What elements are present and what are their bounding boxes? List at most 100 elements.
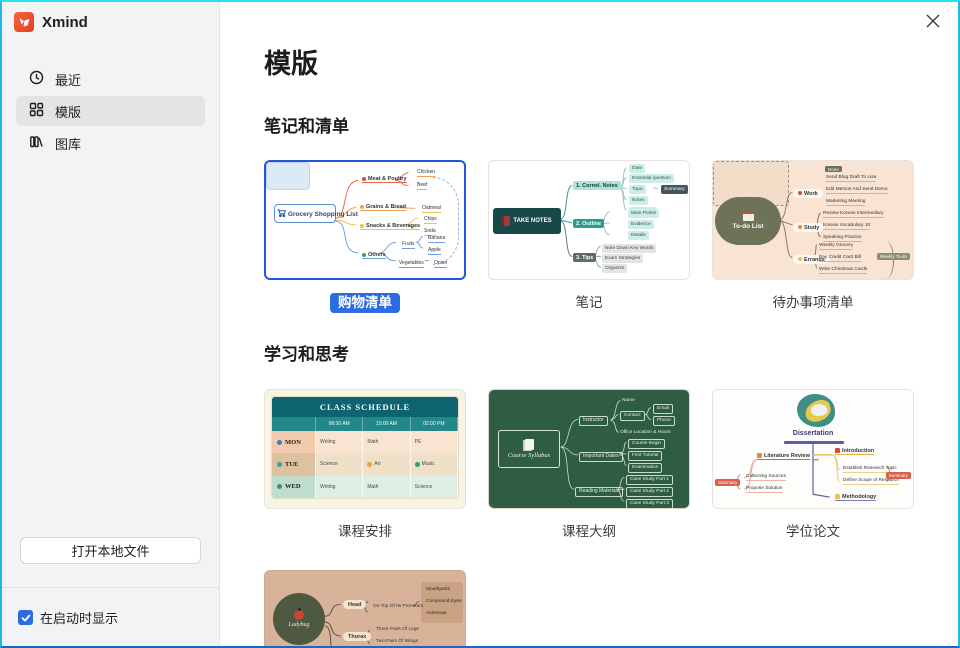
preview-node: Details — [628, 231, 649, 240]
preview-node-label: TAKE NOTES — [513, 218, 551, 225]
template-card-todo-list[interactable]: Done To-do List Work Send Blog Draft To … — [712, 160, 914, 280]
preview-node: Chicken — [417, 170, 435, 177]
notebook-icon — [502, 216, 510, 226]
card-row: CLASS SCHEDULE 08:30 AM 10:00 AM 02:00 P… — [264, 389, 958, 540]
priority-icon — [757, 453, 762, 458]
preview-node: 2. Outline — [573, 219, 604, 228]
preview-node-label: Ladybug — [289, 622, 310, 629]
card-row: Grocery Shopping List Meat & Poultry Gra… — [264, 160, 958, 311]
preview-node: TAKE NOTES — [493, 208, 561, 234]
sidebar-item-templates[interactable]: 模版 — [16, 96, 205, 126]
preview-node-label: Meat & Poultry — [368, 176, 407, 182]
priority-icon — [835, 448, 840, 453]
templates-panel: 模版 笔记和清单 — [220, 2, 958, 646]
priority-icon — [360, 224, 364, 228]
preview-node: To-do List — [715, 197, 781, 245]
preview-node: Case Study Part 1 — [626, 475, 673, 485]
preview-node: Instructor — [579, 416, 608, 426]
gallery-books-icon — [29, 134, 44, 152]
day-label: WED — [285, 483, 301, 490]
subject-icon — [367, 462, 372, 467]
card-row: Ladybug Head On Top Of Its Pronotum Mout… — [264, 570, 958, 646]
preview-node: Snacks & Beverages — [360, 223, 420, 230]
title-underline — [784, 441, 844, 444]
template-card-dissertation[interactable]: Dissertation Literature Review Collectin… — [712, 389, 914, 509]
card-label: 学位论文 — [712, 520, 914, 540]
template-card-ladybug[interactable]: Ladybug Head On Top Of Its Pronotum Mout… — [264, 570, 466, 646]
schedule-header-row: 08:30 AM 10:00 AM 02:00 PM — [272, 417, 458, 431]
day-icon — [277, 484, 282, 489]
preview-node: First Tutorial — [628, 451, 662, 461]
preview-node: Topic — [629, 185, 646, 194]
preview-node: Examination — [628, 463, 662, 473]
template-card-class-schedule[interactable]: CLASS SCHEDULE 08:30 AM 10:00 AM 02:00 P… — [264, 389, 466, 509]
preview-node: Summary — [661, 185, 688, 194]
template-ladybug-block: Ladybug Head On Top Of Its Pronotum Mout… — [264, 570, 466, 646]
preview-node: Review Korean Intermediary — [823, 211, 884, 218]
open-local-file-button[interactable]: 打开本地文件 — [20, 537, 201, 564]
priority-icon — [835, 494, 840, 499]
sidebar-item-gallery[interactable]: 图库 — [16, 128, 205, 158]
schedule-row: WED Writing Math Science — [272, 476, 458, 498]
summary-tag: Summary — [886, 472, 911, 479]
preview-node-label: Grains & Bread — [366, 204, 406, 210]
priority-icon — [360, 205, 364, 209]
template-todo-block: Done To-do List Work Send Blog Draft To … — [712, 160, 914, 311]
preview-node: Main Points — [628, 209, 659, 218]
preview-node: Ladybug — [273, 593, 325, 645]
preview-node: Email — [653, 404, 673, 414]
schedule-header-cell — [272, 417, 316, 431]
schedule-cell: PE — [411, 431, 458, 453]
schedule-day-cell: WED — [272, 476, 316, 498]
sidebar-item-label: 模版 — [55, 102, 81, 121]
preview-node-label: Snacks & Beverages — [366, 223, 420, 229]
sidebar-item-label: 图库 — [55, 134, 81, 153]
preview-node: 3. Tips — [573, 253, 596, 262]
preview-node: 1. Cornel. Notes — [573, 181, 621, 190]
schedule-row: MON Writing Math PE — [272, 431, 458, 453]
preview-node: Reading Materials — [575, 487, 623, 497]
schedule-header-cell: 08:30 AM — [316, 417, 363, 431]
selected-card-label: 购物清单 — [330, 293, 400, 313]
sidebar-item-recent[interactable]: 最近 — [16, 64, 205, 94]
preview-node: Important Dates — [579, 452, 623, 462]
schedule-table: CLASS SCHEDULE 08:30 AM 10:00 AM 02:00 P… — [272, 397, 458, 498]
xmind-start-window: Xmind 最近 模版 图库 打开本地文件 — [0, 0, 960, 648]
cell-label: Music — [422, 461, 435, 467]
section-heading-study-thinking: 学习和思考 — [264, 340, 958, 365]
schedule-day-cell: MON — [272, 431, 316, 453]
preview-node: Beef — [417, 183, 427, 190]
preview-node: Case Study Part 3 — [626, 499, 673, 509]
template-notes-block: TAKE NOTES 1. Cornel. Notes Date Essenti… — [488, 160, 690, 311]
preview-node: Work — [793, 189, 823, 198]
schedule-cell: Math — [363, 476, 410, 498]
preview-node: Apple — [428, 248, 441, 255]
template-card-shopping-list[interactable]: Grocery Shopping List Meat & Poultry Gra… — [264, 160, 466, 280]
preview-node: Three Pairs Of Legs — [376, 627, 419, 633]
sidebar: Xmind 最近 模版 图库 打开本地文件 — [2, 2, 220, 646]
day-icon — [277, 440, 282, 445]
preview-node: Others — [362, 252, 386, 259]
preview-node: Notes — [629, 196, 648, 205]
card-label: 笔记 — [488, 291, 690, 311]
preview-node: Exam Strategies — [602, 254, 643, 263]
template-card-notes[interactable]: TAKE NOTES 1. Cornel. Notes Date Essenti… — [488, 160, 690, 280]
preview-node: Name — [622, 398, 635, 404]
close-button[interactable] — [922, 10, 944, 32]
preview-node: Compound Eyes — [426, 599, 461, 605]
schedule-cell: Math — [363, 431, 410, 453]
card-label: 课程大纲 — [488, 520, 690, 540]
schedule-cell: Writing — [316, 431, 363, 453]
clock-icon — [29, 70, 44, 88]
preview-node: On Top Of Its Pronotum — [373, 604, 423, 610]
template-syllabus-block: Course Syllabus Instructor Name Contact … — [488, 389, 690, 540]
preview-node: Methodology — [835, 494, 876, 501]
xmind-logo-icon — [14, 12, 34, 32]
preview-node: Literature Review — [757, 453, 810, 460]
template-grocery-block: Grocery Shopping List Meat & Poultry Gra… — [264, 160, 466, 311]
priority-icon — [798, 191, 802, 195]
show-on-startup-checkbox[interactable] — [18, 610, 33, 625]
template-card-course-syllabus[interactable]: Course Syllabus Instructor Name Contact … — [488, 389, 690, 509]
priority-icon — [362, 177, 366, 181]
templates-grid-icon — [29, 102, 44, 120]
